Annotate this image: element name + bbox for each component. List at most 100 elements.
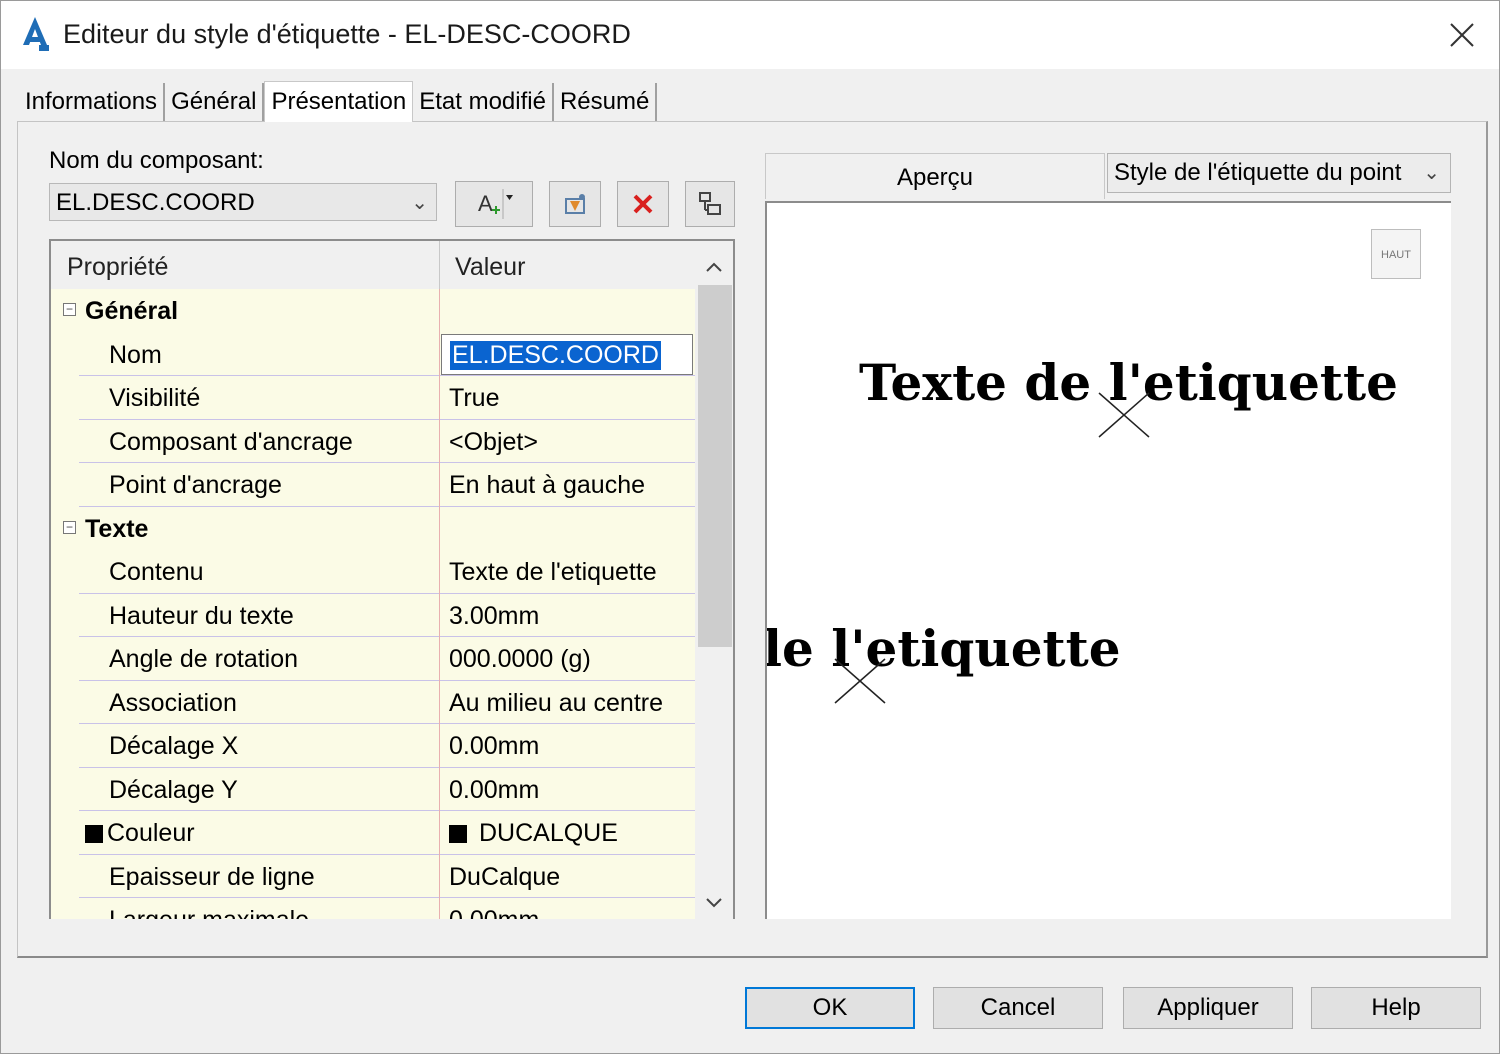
apply-button[interactable]: Appliquer [1123, 987, 1293, 1029]
component-order-icon [699, 192, 721, 215]
property-row[interactable]: Hauteur du texte 3.00mm [51, 593, 695, 637]
chevron-down-icon: ⌄ [411, 192, 428, 214]
ok-button[interactable]: OK [745, 987, 915, 1029]
cancel-button[interactable]: Cancel [933, 987, 1103, 1029]
add-text-component-icon: A [478, 189, 513, 219]
collapse-icon[interactable]: − [63, 303, 76, 316]
copy-component-button[interactable] [549, 181, 601, 227]
help-button[interactable]: Help [1311, 987, 1481, 1029]
color-swatch-icon [85, 825, 103, 843]
property-name: Hauteur du texte [109, 601, 294, 630]
preview-style-select[interactable]: Style de l'étiquette du point ⌄ [1107, 153, 1451, 193]
delete-icon [633, 194, 653, 214]
property-value: 3.00mm [449, 601, 540, 630]
row-gutter [51, 376, 79, 420]
property-name: Décalage X [109, 732, 239, 760]
component-name-label: Nom du composant: [49, 147, 264, 174]
component-order-button[interactable] [685, 181, 735, 227]
scroll-up-button[interactable] [695, 247, 733, 287]
row-gutter [51, 854, 79, 898]
property-row[interactable]: Composant d'ancrage <Objet> [51, 419, 695, 463]
tab-strip: Informations Général Présentation Etat m… [19, 81, 658, 123]
svg-text:A: A [478, 191, 493, 216]
preview-label-text-secondary: le l'etiquette [765, 619, 1121, 678]
value-cell[interactable] [440, 506, 695, 550]
tab-general[interactable]: Général [165, 83, 265, 121]
property-row[interactable]: Largeur maximale 0.00mm [51, 898, 695, 919]
property-row[interactable]: Visibilité True [51, 376, 695, 420]
property-value: DUCALQUE [449, 819, 618, 848]
property-value: 0.00mm [449, 732, 540, 760]
row-gutter [51, 637, 79, 681]
component-name-value: EL.DESC.COORD [56, 189, 255, 216]
property-name: Composant d'ancrage [109, 427, 353, 456]
property-grid: Propriété Valeur − Général Nom EL.DESC.COOR… [49, 239, 735, 919]
collapse-icon[interactable]: − [63, 520, 76, 534]
value-cell[interactable] [440, 289, 695, 333]
row-gutter [51, 419, 79, 463]
column-separator [439, 241, 440, 289]
add-component-button[interactable]: A [455, 181, 533, 227]
row-gutter [51, 550, 79, 594]
tab-resume[interactable]: Résumé [554, 83, 658, 121]
chevron-down-icon: ⌄ [1423, 162, 1440, 184]
preview-area: Texte de l'etiquette le l'etiquette [765, 201, 1451, 919]
property-name: Largeur maximale [109, 906, 309, 919]
property-value: True [449, 384, 500, 412]
property-row[interactable]: Epaisseur de ligne DuCalque [51, 854, 695, 898]
tab-presentation[interactable]: Présentation [264, 81, 414, 122]
view-cube-top-button[interactable]: HAUT [1371, 229, 1421, 279]
name-edit-field[interactable]: EL.DESC.COORD [441, 333, 693, 375]
autocad-app-icon [19, 15, 51, 53]
property-grid-scrollbar[interactable] [695, 241, 733, 919]
property-name: Nom [109, 340, 162, 369]
preview-style-value: Style de l'étiquette du point [1114, 159, 1402, 186]
property-row[interactable]: Décalage X 0.00mm [51, 724, 695, 768]
row-gutter [51, 593, 79, 637]
property-name: Texte [85, 514, 149, 543]
close-button[interactable] [1439, 15, 1485, 55]
property-category-row[interactable]: − Texte [51, 506, 695, 550]
property-name: Association [109, 688, 237, 717]
property-value: DuCalque [449, 862, 561, 891]
property-name: Point d'ancrage [109, 471, 282, 499]
title-bar: Editeur du style d'étiquette - EL-DESC-C… [1, 1, 1499, 69]
delete-component-button[interactable] [617, 181, 669, 227]
tab-informations[interactable]: Informations [19, 83, 166, 121]
row-gutter [51, 811, 79, 855]
preview-point-marker-icon [834, 658, 886, 704]
row-gutter [51, 898, 79, 919]
scroll-thumb[interactable] [698, 285, 732, 647]
property-value: En haut à gauche [449, 471, 645, 499]
property-name: Général [85, 297, 179, 325]
close-icon [1450, 23, 1474, 47]
property-name: Angle de rotation [109, 645, 299, 673]
selected-value-text: EL.DESC.COORD [450, 340, 661, 370]
property-row[interactable]: Couleur DUCALQUE [51, 811, 695, 855]
row-gutter [51, 767, 79, 811]
property-value: <Objet> [449, 427, 538, 456]
property-category-row[interactable]: − Général [51, 289, 695, 333]
row-gutter [51, 680, 79, 724]
property-value: Texte de l'etiquette [449, 558, 657, 586]
component-name-select[interactable]: EL.DESC.COORD ⌄ [49, 183, 437, 221]
property-row[interactable]: Décalage Y 0.00mm [51, 767, 695, 811]
preview-point-marker-icon [1098, 392, 1150, 438]
property-row[interactable]: Association Au milieu au centre [51, 680, 695, 724]
dialog-window: Editeur du style d'étiquette - EL-DESC-C… [0, 0, 1500, 1054]
scroll-down-button[interactable] [695, 883, 733, 919]
row-gutter [51, 332, 79, 376]
preview-tab: Aperçu [765, 153, 1105, 199]
property-row[interactable]: Angle de rotation 000.0000 (g) [51, 637, 695, 681]
tab-etat-modifie[interactable]: Etat modifié [413, 83, 554, 121]
property-name: Couleur [85, 819, 195, 848]
copy-component-icon [565, 194, 585, 214]
property-name: Visibilité [109, 384, 201, 412]
property-value-text: DUCALQUE [479, 819, 618, 847]
property-name: Décalage Y [109, 775, 238, 804]
property-row[interactable]: Point d'ancrage En haut à gauche [51, 463, 695, 507]
property-row[interactable]: Nom EL.DESC.COORD [51, 332, 695, 376]
chevron-down-icon [706, 898, 722, 908]
property-row[interactable]: Contenu Texte de l'etiquette [51, 550, 695, 594]
chevron-up-icon [706, 262, 722, 272]
